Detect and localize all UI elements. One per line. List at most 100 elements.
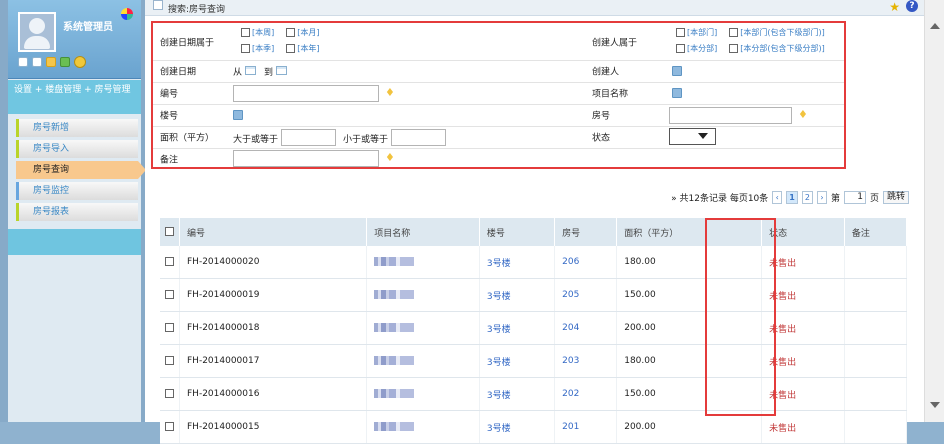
room-cell[interactable]: 202 bbox=[554, 377, 618, 411]
help-icon[interactable]: ? bbox=[906, 0, 918, 12]
status-select[interactable] bbox=[669, 128, 716, 145]
column-project-name[interactable]: 项目名称 bbox=[366, 218, 480, 246]
lookup-icon[interactable] bbox=[233, 110, 243, 120]
avatar-body bbox=[24, 36, 50, 49]
creation-date-range-options-row-2: [本季] [本年] bbox=[237, 43, 320, 54]
sidebar-item-room-monitor[interactable]: 房号监控 bbox=[16, 182, 138, 200]
this-month-option[interactable]: [本月] bbox=[284, 27, 320, 38]
sidebar-item-room-import[interactable]: 房号导入 bbox=[16, 140, 138, 158]
row-checkbox-cell[interactable] bbox=[160, 311, 180, 345]
checkbox[interactable] bbox=[241, 28, 250, 37]
building-cell[interactable]: 3号楼 bbox=[479, 311, 556, 345]
department-sub-option[interactable]: [本部门(包含下级部门)] bbox=[727, 27, 825, 38]
form-row-creation-date: 创建日期 从 到 创建人 bbox=[153, 60, 844, 83]
checkbox[interactable] bbox=[286, 44, 296, 53]
remark-input[interactable] bbox=[233, 150, 379, 167]
star-icon[interactable]: ★ bbox=[889, 0, 900, 14]
department-option[interactable]: [本部门] bbox=[674, 27, 717, 38]
building-cell[interactable]: 3号楼 bbox=[479, 410, 556, 444]
column-remark[interactable]: 备注 bbox=[844, 218, 908, 246]
sidebar-item-room-query[interactable]: 房号查询 bbox=[16, 161, 146, 179]
next-page-button[interactable]: › bbox=[816, 191, 827, 204]
lookup-icon[interactable] bbox=[672, 88, 682, 98]
previous-page-button[interactable]: ‹ bbox=[772, 191, 783, 204]
smile-icon[interactable] bbox=[46, 57, 56, 67]
building-cell[interactable]: 3号楼 bbox=[479, 246, 556, 279]
column-building[interactable]: 楼号 bbox=[479, 218, 556, 246]
chevron-down-icon bbox=[698, 133, 708, 139]
branch-option[interactable]: [本分部] bbox=[674, 43, 717, 54]
area-max-input[interactable] bbox=[391, 129, 446, 146]
checkbox[interactable] bbox=[729, 44, 739, 53]
branch-sub-option[interactable]: [本分部(包含下级分部)] bbox=[727, 43, 825, 54]
table-row[interactable]: FH-2014000018 3号楼 204 200.00 未售出 bbox=[160, 311, 908, 345]
row-checkbox[interactable] bbox=[165, 389, 174, 398]
row-checkbox[interactable] bbox=[165, 422, 174, 431]
number-cell: FH-2014000018 bbox=[179, 311, 368, 345]
number-label: 编号 bbox=[160, 89, 179, 100]
page-1-button[interactable]: 1 bbox=[786, 191, 798, 204]
row-checkbox-cell[interactable] bbox=[160, 377, 180, 411]
row-checkbox-cell[interactable] bbox=[160, 410, 180, 444]
table-row[interactable]: FH-2014000016 3号楼 202 150.00 未售出 bbox=[160, 377, 908, 411]
building-cell[interactable]: 3号楼 bbox=[479, 344, 556, 378]
table-row[interactable]: FH-2014000019 3号楼 205 150.00 未售出 bbox=[160, 278, 908, 312]
document-icon[interactable] bbox=[18, 57, 28, 67]
calendar-icon[interactable] bbox=[276, 66, 287, 75]
group-icon[interactable] bbox=[60, 57, 70, 67]
building-cell[interactable]: 3号楼 bbox=[479, 278, 556, 312]
column-number[interactable]: 编号 bbox=[179, 218, 368, 246]
sidebar-menu: 房号新增 房号导入 房号查询 房号监控 房号报表 bbox=[16, 119, 146, 224]
calendar-icon[interactable] bbox=[245, 66, 256, 75]
creator-belongs-options-row-2: [本分部] [本分部(包含下级分部)] bbox=[672, 43, 825, 54]
checkbox[interactable] bbox=[286, 28, 296, 37]
checkbox[interactable] bbox=[729, 28, 739, 37]
row-checkbox-cell[interactable] bbox=[160, 278, 180, 312]
number-input[interactable] bbox=[233, 85, 379, 102]
row-checkbox-cell[interactable] bbox=[160, 246, 180, 279]
lookup-icon[interactable] bbox=[672, 66, 682, 76]
area-min-input[interactable] bbox=[281, 129, 336, 146]
option-label: [本年] bbox=[297, 44, 320, 53]
page-2-button[interactable]: 2 bbox=[801, 191, 813, 204]
room-cell[interactable]: 205 bbox=[554, 278, 618, 312]
room-input[interactable] bbox=[669, 107, 792, 124]
building-cell[interactable]: 3号楼 bbox=[479, 377, 556, 411]
jump-button[interactable]: 跳转 bbox=[882, 191, 909, 204]
room-cell[interactable]: 206 bbox=[554, 246, 618, 279]
room-table: 编号 项目名称 楼号 房号 面积（平方） 状态 备注 FH-2014000020… bbox=[160, 218, 908, 444]
checkbox[interactable] bbox=[676, 44, 685, 53]
pie-chart-icon[interactable] bbox=[121, 8, 133, 20]
room-cell[interactable]: 201 bbox=[554, 410, 618, 444]
table-row[interactable]: FH-2014000020 3号楼 206 180.00 未售出 bbox=[160, 246, 908, 279]
scroll-down-icon[interactable] bbox=[930, 402, 940, 408]
area-label: 面积（平方） bbox=[160, 133, 215, 144]
this-week-option[interactable]: [本周] bbox=[239, 27, 274, 38]
row-checkbox-cell[interactable] bbox=[160, 344, 180, 378]
lightbulb-icon[interactable] bbox=[74, 56, 86, 68]
edit-icon[interactable] bbox=[32, 57, 42, 67]
sidebar-item-room-report[interactable]: 房号报表 bbox=[16, 203, 138, 221]
row-checkbox[interactable] bbox=[165, 323, 174, 332]
page-number-input[interactable]: 1 bbox=[843, 191, 866, 204]
room-cell[interactable]: 204 bbox=[554, 311, 618, 345]
remark-label: 备注 bbox=[160, 155, 179, 165]
select-all-cell[interactable] bbox=[160, 218, 180, 246]
scroll-up-icon[interactable] bbox=[930, 23, 940, 29]
blurred-project-name bbox=[374, 323, 415, 332]
row-checkbox[interactable] bbox=[165, 356, 174, 365]
table-row[interactable]: FH-2014000015 3号楼 201 200.00 未售出 bbox=[160, 410, 908, 444]
sidebar-item-room-add[interactable]: 房号新增 bbox=[16, 119, 138, 137]
select-all-checkbox[interactable] bbox=[165, 227, 174, 236]
this-quarter-option[interactable]: [本季] bbox=[239, 43, 274, 54]
checkbox[interactable] bbox=[241, 44, 250, 53]
room-cell[interactable]: 203 bbox=[554, 344, 618, 378]
row-checkbox[interactable] bbox=[165, 290, 174, 299]
table-row[interactable]: FH-2014000017 3号楼 203 180.00 未售出 bbox=[160, 344, 908, 378]
column-room[interactable]: 房号 bbox=[554, 218, 618, 246]
vertical-scrollbar[interactable] bbox=[924, 0, 944, 422]
this-year-option[interactable]: [本年] bbox=[284, 43, 320, 54]
blurred-project-name bbox=[374, 290, 415, 299]
checkbox[interactable] bbox=[676, 28, 685, 37]
row-checkbox[interactable] bbox=[165, 257, 174, 266]
